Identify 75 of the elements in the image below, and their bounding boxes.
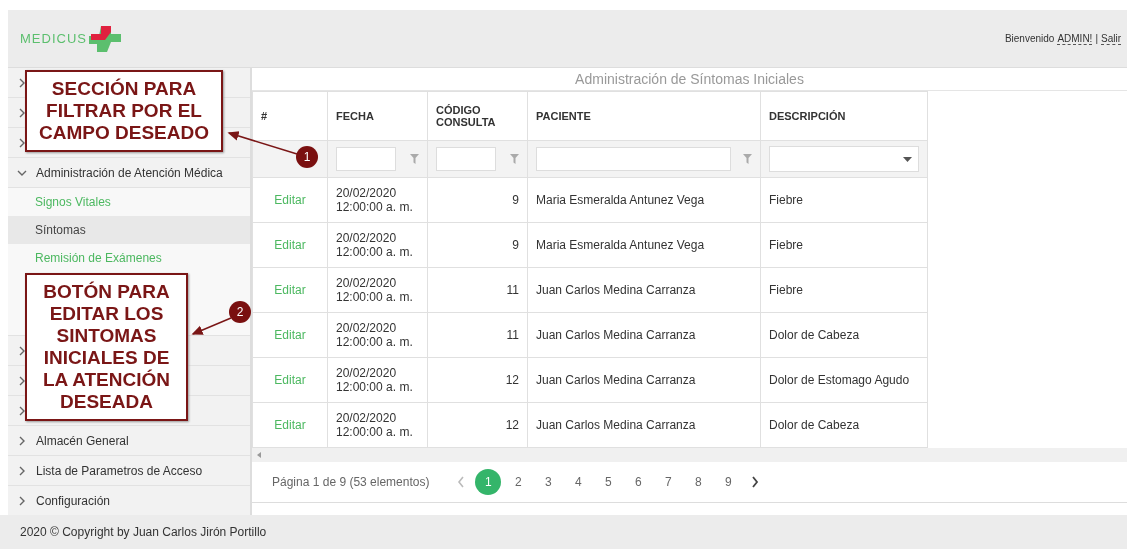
page-link[interactable]: 2 <box>505 469 532 495</box>
chevron-icon[interactable] <box>18 405 26 416</box>
table-cell: Juan Carlos Medina Carranza <box>536 418 696 432</box>
table-cell: Dolor de Cabeza <box>769 418 860 432</box>
table-cell: Juan Carlos Medina Carranza <box>536 328 696 342</box>
next-page-icon[interactable] <box>751 476 760 488</box>
sidebar-item[interactable]: Almacén General <box>8 426 250 456</box>
page-link[interactable]: 5 <box>595 469 622 495</box>
page-link[interactable]: 8 <box>685 469 712 495</box>
table-cell: 11 <box>506 283 519 297</box>
chevron-icon[interactable] <box>18 137 26 148</box>
table-cell: Maria Esmeralda Antunez Vega <box>536 193 705 207</box>
chevron-icon <box>18 435 26 446</box>
table-cell: 9 <box>512 238 519 252</box>
column-header: CÓDIGO CONSULTA <box>427 91 528 141</box>
scroll-left-icon[interactable] <box>257 452 261 458</box>
page-link[interactable]: 7 <box>655 469 682 495</box>
callout-box: SECCIÓN PARA FILTRAR POR EL CAMPO DESEADO <box>25 70 223 152</box>
sidebar-subitem[interactable]: Síntomas <box>8 216 250 244</box>
table-cell: Dolor de Estomago Agudo <box>769 373 910 387</box>
page-link[interactable]: 3 <box>535 469 562 495</box>
cross-logo-icon <box>88 25 121 52</box>
table-cell-text: 20/02/2020 12:00:00 a. m. <box>336 276 414 304</box>
table-cell: Juan Carlos Medina Carranza <box>536 283 696 297</box>
pager-summary: Página 1 de 9 (53 elementos) <box>272 475 430 489</box>
callout-arrow <box>227 131 298 155</box>
filter-field[interactable] <box>436 147 496 171</box>
callout-arrow <box>191 317 232 335</box>
chevron-icon[interactable] <box>18 345 26 356</box>
logout-link[interactable]: Salir <box>1101 32 1121 45</box>
column-header: FECHA <box>327 91 428 141</box>
separator-text: | <box>1095 32 1098 45</box>
greeting-text: Bienvenido <box>1004 32 1055 45</box>
chevron-icon[interactable] <box>18 107 26 118</box>
table-cell: Juan Carlos Medina Carranza <box>536 373 696 387</box>
table-cell-text: 20/02/2020 12:00:00 a. m. <box>336 321 414 349</box>
table-cell: 12 <box>505 373 519 387</box>
page-link[interactable]: 9 <box>715 469 742 495</box>
logo-text: MEDICUS <box>20 31 87 46</box>
table-cell: 11 <box>506 328 519 342</box>
table-cell: 12 <box>505 418 519 432</box>
page-link[interactable]: 6 <box>625 469 652 495</box>
column-header: DESCRIPCIÓN <box>760 91 928 141</box>
table-cell-text: 20/02/2020 12:00:00 a. m. <box>336 411 414 439</box>
callout-box: BOTÓN PARA EDITAR LOS SINTOMAS INICIALES DE LA ATENCIÓN DESEADA <box>25 273 188 421</box>
filter-icon[interactable] <box>743 154 752 164</box>
filter-icon[interactable] <box>510 154 519 164</box>
chevron-icon[interactable] <box>18 77 26 88</box>
table-cell: Fiebre <box>769 283 803 297</box>
filter-icon[interactable] <box>410 154 419 164</box>
caret-icon <box>903 156 912 162</box>
table-cell-text: 20/02/2020 12:00:00 a. m. <box>336 186 414 214</box>
table-cell-text: 20/02/2020 12:00:00 a. m. <box>336 231 414 259</box>
chevron-icon[interactable] <box>18 375 26 386</box>
column-header: PACIENTE <box>527 91 761 141</box>
table-cell: Fiebre <box>769 238 803 252</box>
user-link[interactable]: ADMIN! <box>1057 32 1093 45</box>
chevron-icon <box>18 465 26 476</box>
filter-field[interactable] <box>336 147 396 171</box>
table-cell-text: 20/02/2020 12:00:00 a. m. <box>336 366 414 394</box>
chevron-icon <box>17 168 27 177</box>
table-cell: Maria Esmeralda Antunez Vega <box>536 238 705 252</box>
panel-title: Administración de Síntomas Iniciales <box>252 68 1127 91</box>
horizontal-scrollbar[interactable] <box>252 448 1127 462</box>
filter-field[interactable] <box>536 147 731 171</box>
table-cell: Fiebre <box>769 193 803 207</box>
table-cell: 9 <box>512 193 519 207</box>
table-cell: Dolor de Cabeza <box>769 328 860 342</box>
sidebar-item[interactable]: Lista de Parametros de Acceso <box>8 456 250 486</box>
previous-page-icon[interactable] <box>457 476 466 488</box>
filter-dropdown[interactable] <box>769 146 919 172</box>
page-link[interactable]: 4 <box>565 469 592 495</box>
chevron-icon <box>18 495 26 506</box>
copyright-text: 2020 © Copyright by Juan Carlos Jirón Portillo <box>20 525 267 539</box>
column-header: # <box>252 91 328 141</box>
